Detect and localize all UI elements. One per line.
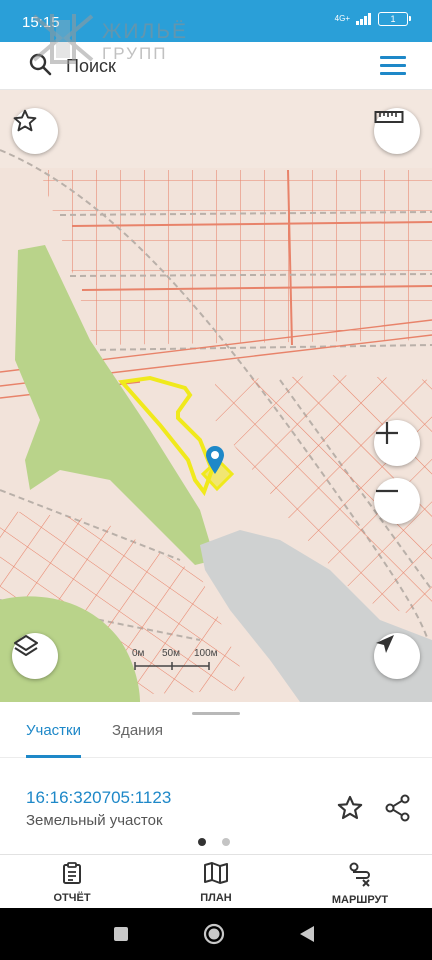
nav-plan[interactable]: ПЛАН bbox=[161, 861, 271, 904]
network-type: 4G+ bbox=[334, 14, 350, 23]
my-location-button[interactable] bbox=[374, 633, 420, 679]
bottom-navigation: ОТЧЁТ ПЛАН МАРШРУТ bbox=[0, 854, 432, 908]
plus-icon bbox=[376, 422, 398, 444]
minus-icon bbox=[376, 489, 398, 493]
nav-report[interactable]: ОТЧЁТ bbox=[17, 861, 127, 904]
clipboard-icon bbox=[63, 862, 81, 884]
zoom-out-button[interactable] bbox=[374, 478, 420, 524]
drag-handle[interactable] bbox=[192, 712, 240, 715]
search-bar bbox=[0, 42, 432, 90]
parcel-panel: Участки Здания 16:16:320705:1123 Земельн… bbox=[0, 702, 432, 854]
map-icon bbox=[204, 862, 228, 884]
map-view[interactable]: 0м 50м 100м bbox=[0, 90, 432, 702]
status-bar: 15:15 4G+ 1 bbox=[0, 0, 432, 42]
scale-label-50: 50м bbox=[162, 648, 180, 659]
system-navigation-bar bbox=[0, 908, 432, 960]
favorite-star-icon[interactable] bbox=[336, 794, 364, 822]
status-icons: 4G+ 1 bbox=[334, 12, 411, 26]
parcel-grid-north bbox=[40, 169, 432, 346]
signal-icon bbox=[356, 13, 371, 25]
route-icon bbox=[349, 862, 370, 887]
nav-report-label: ОТЧЁТ bbox=[53, 892, 91, 904]
battery-level: 1 bbox=[390, 14, 396, 24]
scale-label-100: 100м bbox=[194, 648, 218, 659]
tab-buildings[interactable]: Здания bbox=[112, 722, 163, 758]
parcel-type: Земельный участок bbox=[26, 812, 163, 829]
hamburger-menu-icon[interactable] bbox=[378, 54, 408, 78]
panel-tabs: Участки Здания bbox=[0, 718, 432, 758]
page-dot-active[interactable] bbox=[198, 838, 206, 846]
layers-icon bbox=[14, 635, 38, 656]
page-indicator bbox=[198, 838, 230, 846]
nav-plan-label: ПЛАН bbox=[200, 892, 232, 904]
favorites-button[interactable] bbox=[12, 108, 58, 154]
ruler-button[interactable] bbox=[374, 108, 420, 154]
nav-route[interactable]: МАРШРУТ bbox=[305, 861, 415, 906]
parcel-card[interactable]: 16:16:320705:1123 Земельный участок bbox=[0, 760, 432, 854]
home-icon[interactable] bbox=[203, 923, 225, 945]
ruler-icon bbox=[374, 111, 404, 123]
search-input[interactable] bbox=[66, 54, 356, 78]
nav-route-label: МАРШРУТ bbox=[331, 894, 389, 906]
star-icon bbox=[13, 109, 37, 132]
cadastral-number[interactable]: 16:16:320705:1123 bbox=[26, 788, 171, 808]
scale-bar bbox=[134, 662, 210, 670]
battery-icon: 1 bbox=[378, 12, 411, 26]
back-icon[interactable] bbox=[298, 925, 316, 943]
share-icon[interactable] bbox=[384, 794, 412, 822]
zoom-in-button[interactable] bbox=[374, 420, 420, 466]
map-scale: 0м 50м 100м bbox=[132, 648, 218, 678]
navigation-arrow-icon bbox=[376, 635, 394, 653]
tab-parcels[interactable]: Участки bbox=[26, 722, 81, 758]
location-pin-icon[interactable] bbox=[205, 445, 225, 475]
recent-apps-icon[interactable] bbox=[113, 926, 129, 942]
status-time: 15:15 bbox=[22, 14, 60, 31]
layers-button[interactable] bbox=[12, 633, 58, 679]
search-icon[interactable] bbox=[28, 52, 54, 78]
page-dot[interactable] bbox=[222, 838, 230, 846]
map-canvas[interactable] bbox=[0, 90, 432, 702]
scale-label-0: 0м bbox=[132, 648, 145, 659]
